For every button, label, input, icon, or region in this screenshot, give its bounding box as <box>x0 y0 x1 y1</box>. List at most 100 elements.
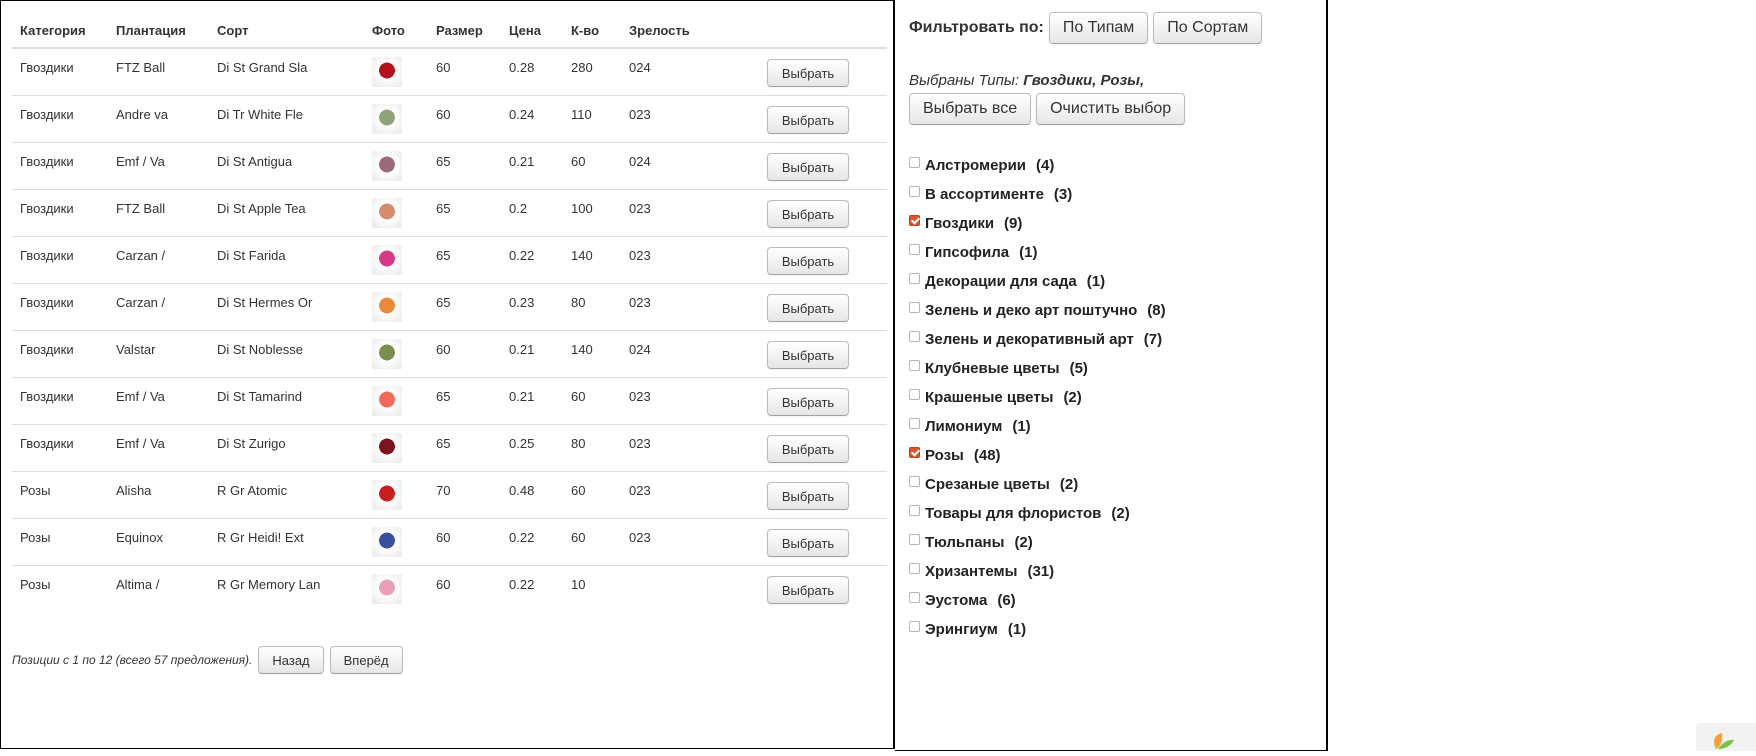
select-row-button[interactable]: Выбрать <box>767 575 849 604</box>
type-name[interactable]: Эрингиум <box>925 621 998 638</box>
flower-photo-thumbnail[interactable] <box>372 432 402 463</box>
select-row-button[interactable]: Выбрать <box>767 528 849 557</box>
filter-by-varieties-button[interactable]: По Сортам <box>1153 12 1263 44</box>
cell-plantation: Emf / Va <box>108 423 209 471</box>
type-checkbox[interactable] <box>909 244 920 255</box>
type-checkbox[interactable] <box>909 331 920 342</box>
col-qty: К-во <box>563 13 621 49</box>
cell-size: 60 <box>428 564 501 612</box>
type-checkbox[interactable] <box>909 563 920 574</box>
cell-plantation: FTZ Ball <box>108 188 209 236</box>
back-button[interactable]: Назад <box>258 646 324 674</box>
type-count: (1) <box>1019 244 1038 261</box>
type-checkbox[interactable] <box>909 418 920 429</box>
cell-photo <box>364 329 428 377</box>
type-checkbox[interactable] <box>909 302 920 313</box>
select-row-button[interactable]: Выбрать <box>767 340 849 369</box>
type-checkbox[interactable] <box>909 389 920 400</box>
flower-photo-thumbnail[interactable] <box>372 479 402 510</box>
type-filter-item: Срезаные цветы (2) <box>909 470 1166 499</box>
flower-photo-thumbnail[interactable] <box>372 291 402 322</box>
select-row-button[interactable]: Выбрать <box>767 246 849 275</box>
flower-photo-thumbnail[interactable] <box>372 103 402 134</box>
type-name[interactable]: Товары для флористов <box>925 505 1101 522</box>
type-name[interactable]: Срезаные цветы <box>925 476 1050 493</box>
cell-maturity: 024 <box>621 141 717 189</box>
select-row-button[interactable]: Выбрать <box>767 293 849 322</box>
cell-qty: 60 <box>563 517 621 565</box>
select-row-button[interactable]: Выбрать <box>767 152 849 181</box>
cell-price: 0.22 <box>501 517 563 565</box>
cell-variety: Di Tr White Fle <box>209 94 364 142</box>
type-checkbox[interactable] <box>909 273 920 284</box>
flower-photo-thumbnail[interactable] <box>372 244 402 275</box>
type-checkbox[interactable] <box>909 534 920 545</box>
cell-size: 65 <box>428 423 501 471</box>
type-name[interactable]: Тюльпаны <box>925 534 1004 551</box>
type-name[interactable]: Алстромерии <box>925 157 1026 174</box>
type-checkbox[interactable] <box>909 157 920 168</box>
flower-photo-thumbnail[interactable] <box>372 385 402 416</box>
type-name[interactable]: Крашеные цветы <box>925 389 1053 406</box>
select-row-button[interactable]: Выбрать <box>767 481 849 510</box>
type-name[interactable]: Зелень и деко арт поштучно <box>925 302 1137 319</box>
type-checkbox[interactable] <box>909 215 920 226</box>
type-checkbox[interactable] <box>909 505 920 516</box>
cell-action: Выбрать <box>717 423 887 471</box>
cell-action: Выбрать <box>717 564 887 612</box>
type-name[interactable]: Розы <box>925 447 964 464</box>
type-filter-item: Гвоздики (9) <box>909 209 1166 238</box>
type-name[interactable]: Клубневые цветы <box>925 360 1060 377</box>
type-checkbox[interactable] <box>909 592 920 603</box>
clear-selection-button[interactable]: Очистить выбор <box>1036 93 1186 125</box>
type-checkbox[interactable] <box>909 621 920 632</box>
widget-logo[interactable] <box>1696 723 1756 751</box>
cell-qty: 10 <box>563 564 621 612</box>
type-count: (2) <box>1063 389 1082 406</box>
flower-photo-thumbnail[interactable] <box>372 573 402 604</box>
forward-button[interactable]: Вперёд <box>329 646 403 674</box>
select-row-button[interactable]: Выбрать <box>767 199 849 228</box>
selection-buttons: Выбрать все Очистить выбор <box>909 93 1190 125</box>
table-row: Гвоздики Carzan / Di St Farida 65 0.22 140 023… <box>12 235 887 283</box>
flower-photo-thumbnail[interactable] <box>372 197 402 228</box>
cell-photo <box>364 517 428 565</box>
type-checkbox[interactable] <box>909 360 920 371</box>
type-name[interactable]: Декорации для сада <box>925 273 1077 290</box>
select-row-button[interactable]: Выбрать <box>767 387 849 416</box>
table-row: Гвоздики Emf / Va Di St Zurigo 65 0.25 80 023 В… <box>12 423 887 471</box>
type-name[interactable]: Лимониум <box>925 418 1002 435</box>
cell-variety: R Gr Memory Lan <box>209 564 364 612</box>
filter-by-types-button[interactable]: По Типам <box>1048 12 1149 44</box>
type-name[interactable]: Гвоздики <box>925 215 994 232</box>
select-all-button[interactable]: Выбрать все <box>909 93 1032 125</box>
cell-category: Гвоздики <box>12 376 108 424</box>
flower-photo-thumbnail[interactable] <box>372 57 402 87</box>
type-checkbox[interactable] <box>909 447 920 458</box>
cell-plantation: Carzan / <box>108 282 209 330</box>
type-count: (4) <box>1036 157 1055 174</box>
flower-photo-thumbnail[interactable] <box>372 150 402 181</box>
type-filter-item: Декорации для сада (1) <box>909 267 1166 296</box>
type-name[interactable]: Эустома <box>925 592 987 609</box>
type-name[interactable]: Гипсофила <box>925 244 1009 261</box>
type-name[interactable]: Хризантемы <box>925 563 1017 580</box>
flower-photo-thumbnail[interactable] <box>372 526 402 557</box>
type-filter-item: Гипсофила (1) <box>909 238 1166 267</box>
type-count: (2) <box>1111 505 1130 522</box>
col-action <box>717 13 887 49</box>
type-checkbox[interactable] <box>909 476 920 487</box>
cell-action: Выбрать <box>717 470 887 518</box>
cell-plantation: Equinox <box>108 517 209 565</box>
cell-size: 70 <box>428 470 501 518</box>
select-row-button[interactable]: Выбрать <box>767 105 849 134</box>
type-name[interactable]: Зелень и декоративный арт <box>925 331 1134 348</box>
table-row: Розы Alisha R Gr Atomic 70 0.48 60 023 Выбрать <box>12 470 887 518</box>
cell-photo <box>364 423 428 471</box>
type-count: (31) <box>1027 563 1055 580</box>
select-row-button[interactable]: Выбрать <box>767 434 849 463</box>
type-name[interactable]: В ассортименте <box>925 186 1044 203</box>
type-checkbox[interactable] <box>909 186 920 197</box>
select-row-button[interactable]: Выбрать <box>767 59 849 87</box>
flower-photo-thumbnail[interactable] <box>372 338 402 369</box>
